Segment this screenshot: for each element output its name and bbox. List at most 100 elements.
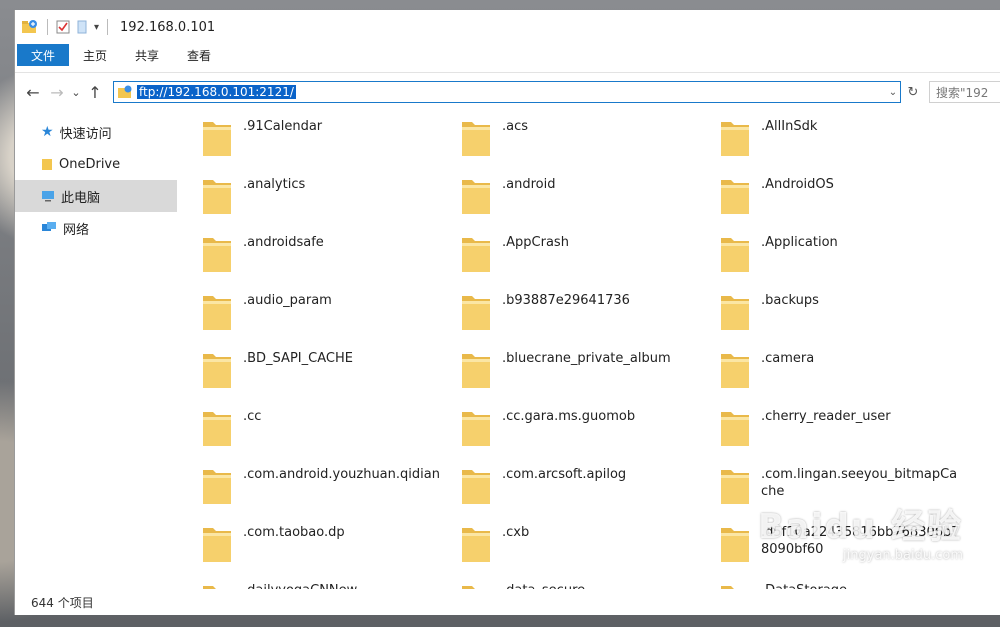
recent-locations-chevron-icon[interactable]: ⌄: [69, 80, 83, 104]
folder-item[interactable]: .cherry_reader_user: [719, 406, 978, 464]
folder-icon: [203, 528, 231, 562]
watermark-brand: Baidu 经验: [758, 507, 963, 547]
folder-icon: [203, 238, 231, 272]
folder-item[interactable]: .cxb: [460, 522, 719, 580]
folder-name: .com.arcsoft.apilog: [502, 467, 627, 482]
folder-name: .BD_SAPI_CACHE: [243, 351, 353, 366]
main-area: ★ 快速访问 OneDrive 此电脑 网络 .91Calendar .acs …: [15, 104, 1000, 615]
folder-name: .AppCrash: [502, 235, 569, 250]
folder-item[interactable]: .DataStorage: [719, 580, 978, 589]
ftp-location-icon: [118, 85, 132, 98]
folder-item[interactable]: .b93887e29641736: [460, 290, 719, 348]
folder-icon: [721, 528, 749, 562]
tab-home[interactable]: 主页: [69, 44, 121, 66]
folder-item[interactable]: .camera: [719, 348, 978, 406]
folder-name: .com.taobao.dp: [243, 525, 345, 540]
folder-icon: [721, 238, 749, 272]
folder-name: .cc: [243, 409, 262, 424]
new-folder-icon[interactable]: [76, 20, 88, 34]
folder-name: .cherry_reader_user: [761, 409, 891, 424]
folder-item[interactable]: .acs: [460, 116, 719, 174]
window-title: 192.168.0.101: [120, 19, 216, 35]
folder-name: .cc.gara.ms.guomob: [502, 409, 636, 424]
ribbon-tabs: 文件 主页 共享 查看: [15, 44, 1000, 66]
folder-item[interactable]: .BD_SAPI_CACHE: [201, 348, 460, 406]
refresh-icon[interactable]: ↻: [903, 81, 923, 103]
folder-item[interactable]: .cc: [201, 406, 460, 464]
status-bar: 644 个项目: [15, 589, 1000, 615]
folder-icon: [721, 470, 749, 504]
nav-item-onedrive[interactable]: OneDrive: [15, 148, 177, 180]
folder-icon: [721, 354, 749, 388]
address-url[interactable]: ftp://192.168.0.101:2121/: [137, 85, 296, 99]
folder-item[interactable]: .AndroidOS: [719, 174, 978, 232]
tab-file[interactable]: 文件: [17, 44, 70, 66]
nav-item-this-pc[interactable]: 此电脑: [15, 180, 177, 212]
folder-name: .AndroidOS: [761, 177, 834, 192]
tab-share[interactable]: 共享: [121, 44, 173, 66]
folder-icon: [203, 296, 231, 330]
folder-name: .91Calendar: [243, 119, 323, 134]
folder-icon: [462, 354, 490, 388]
folder-name: .com.android.youzhuan.qidian: [243, 467, 440, 482]
folder-icon: [203, 180, 231, 214]
folder-item[interactable]: .cc.gara.ms.guomob: [460, 406, 719, 464]
nav-item-label: 此电脑: [61, 190, 101, 206]
nav-item-network[interactable]: 网络: [15, 212, 177, 244]
star-icon: ★: [41, 124, 54, 140]
address-dropdown-icon[interactable]: ⌄: [886, 87, 900, 98]
folder-name: .android: [502, 177, 556, 192]
back-arrow-icon[interactable]: ←: [21, 80, 45, 104]
customize-toolbar-icon[interactable]: ▾: [94, 22, 99, 33]
network-icon: [42, 222, 56, 231]
folder-item[interactable]: .com.android.youzhuan.qidian: [201, 464, 460, 522]
folder-item[interactable]: .androidsafe: [201, 232, 460, 290]
folder-name: .acs: [502, 119, 529, 134]
explorer-window: ▾ 192.168.0.101 文件 主页 共享 查看 ← → ⌄ ↑ ftp:…: [14, 10, 1000, 615]
folder-item[interactable]: .analytics: [201, 174, 460, 232]
folder-item[interactable]: .dailyyogaCNNew: [201, 580, 460, 589]
tab-view[interactable]: 查看: [173, 44, 225, 66]
folder-icon: [462, 122, 490, 156]
folder-name: .camera: [761, 351, 815, 366]
folder-icon: [462, 296, 490, 330]
folder-item[interactable]: .android: [460, 174, 719, 232]
folder-item[interactable]: .data_secure: [460, 580, 719, 589]
folder-item[interactable]: .AppCrash: [460, 232, 719, 290]
computer-icon: [42, 191, 54, 202]
folder-icon: [721, 180, 749, 214]
folder-name: .data_secure: [502, 580, 702, 589]
forward-arrow-icon[interactable]: →: [45, 80, 69, 104]
folder-name: .com.lingan.seeyou_bitmapCache: [761, 467, 958, 499]
folder-icon: [462, 238, 490, 272]
up-arrow-icon[interactable]: ↑: [83, 80, 107, 104]
folder-name: .audio_param: [243, 293, 332, 308]
folder-item[interactable]: .com.taobao.dp: [201, 522, 460, 580]
folder-name: .DataStorage: [761, 580, 961, 589]
folder-item[interactable]: .Application: [719, 232, 978, 290]
separator: [47, 19, 48, 35]
folder-item[interactable]: .com.arcsoft.apilog: [460, 464, 719, 522]
folder-item[interactable]: .audio_param: [201, 290, 460, 348]
folder-name: .analytics: [243, 177, 306, 192]
title-bar: ▾ 192.168.0.101: [15, 10, 1000, 44]
folder-item[interactable]: .91Calendar: [201, 116, 460, 174]
nav-item-label: 快速访问: [59, 126, 112, 142]
properties-icon[interactable]: [56, 20, 70, 34]
ftp-folder-icon: [22, 20, 37, 33]
folder-icon: [462, 180, 490, 214]
folder-item[interactable]: .backups: [719, 290, 978, 348]
folder-name: .b93887e29641736: [502, 293, 630, 308]
folder-icon: [462, 528, 490, 562]
folder-icon: [462, 586, 490, 589]
search-input[interactable]: 搜索"192: [929, 81, 1000, 103]
quick-access-toolbar: ▾: [21, 19, 110, 35]
folder-item[interactable]: .bluecrane_private_album: [460, 348, 719, 406]
nav-item-quick-access[interactable]: ★ 快速访问: [15, 116, 177, 148]
folder-icon: [203, 586, 231, 589]
nav-item-label: OneDrive: [59, 156, 121, 172]
folder-item[interactable]: .AllInSdk: [719, 116, 978, 174]
folder-icon: [721, 412, 749, 446]
address-bar[interactable]: ftp://192.168.0.101:2121/ ⌄: [113, 81, 901, 103]
folder-name: .dailyyogaCNNew: [243, 580, 443, 589]
